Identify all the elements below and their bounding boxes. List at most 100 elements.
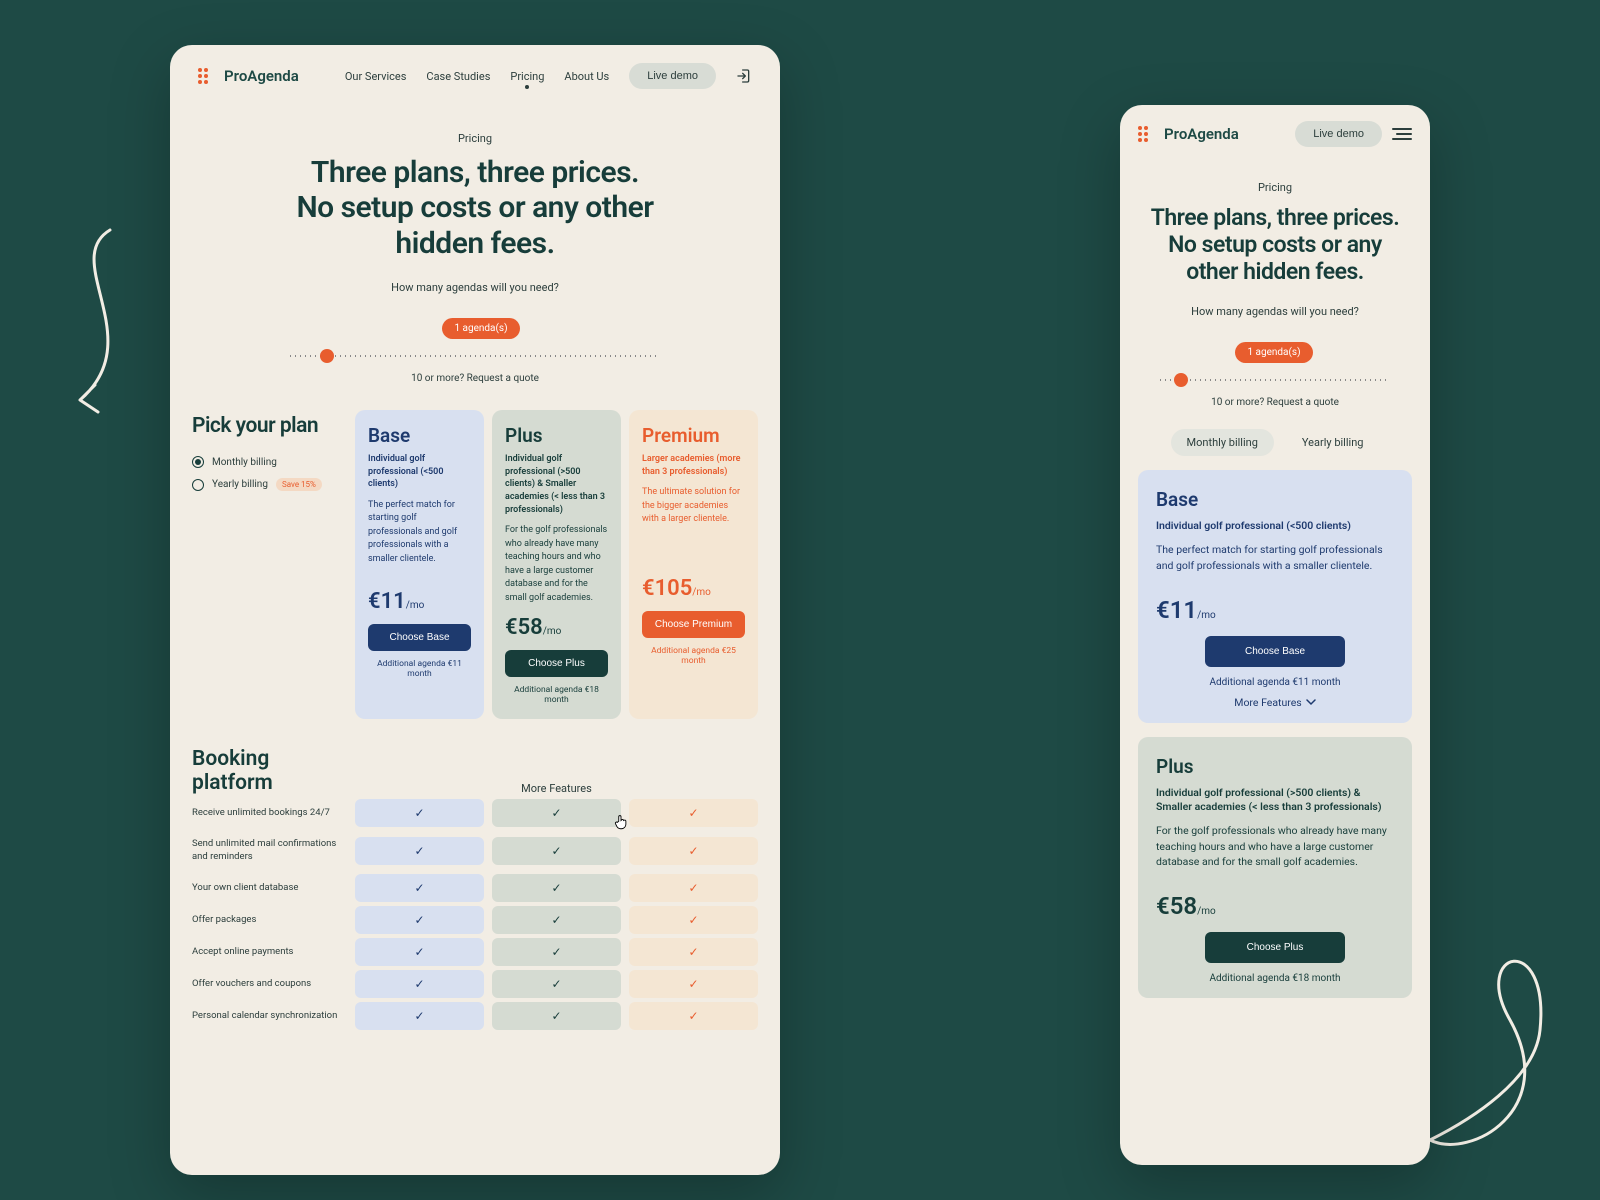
- check-icon: ✓: [355, 970, 484, 998]
- choose-plus-button[interactable]: Choose Plus: [1205, 932, 1345, 963]
- more-features-label: More Features: [355, 782, 758, 795]
- billing-tabs: Monthly billing Yearly billing: [1120, 429, 1430, 456]
- slider-tooltip: 1 agenda(s): [442, 318, 519, 339]
- plan-additional: Additional agenda €11 month: [368, 659, 471, 679]
- choose-plus-button[interactable]: Choose Plus: [505, 650, 608, 677]
- logo[interactable]: ProAgenda: [198, 67, 299, 85]
- save-badge: Save 15%: [276, 478, 322, 491]
- brand-name: ProAgenda: [1164, 125, 1239, 143]
- check-icon: ✓: [355, 837, 484, 865]
- feature-row: Receive unlimited bookings 24/7✓✓✓: [192, 799, 758, 827]
- plan-name: Base: [368, 424, 471, 447]
- slider-tooltip: 1 agenda(s): [1235, 342, 1312, 363]
- feature-label: Your own client database: [192, 875, 347, 901]
- plan-card-premium: Premium Larger academies (more than 3 pr…: [629, 410, 758, 719]
- check-icon: ✓: [355, 1002, 484, 1030]
- plan-name: Plus: [505, 424, 608, 447]
- brand-name: ProAgenda: [224, 67, 299, 85]
- nav-our-services[interactable]: Our Services: [345, 70, 407, 83]
- login-icon[interactable]: [736, 68, 752, 84]
- choose-premium-button[interactable]: Choose Premium: [642, 611, 745, 638]
- yearly-billing-radio[interactable]: Yearly billingSave 15%: [192, 478, 347, 491]
- pick-plan-column: Pick your plan Monthly billing Yearly bi…: [192, 410, 347, 719]
- nav-pricing[interactable]: Pricing: [510, 70, 544, 83]
- eyebrow: Pricing: [230, 132, 720, 145]
- plan-desc: The perfect match for starting golf prof…: [368, 499, 471, 579]
- feature-row: Your own client database✓✓✓: [192, 874, 758, 902]
- feature-row: Offer packages✓✓✓: [192, 906, 758, 934]
- plan-card-base: Base Individual golf professional (<500 …: [355, 410, 484, 719]
- feature-comparison: Booking platform More Features Receive u…: [170, 747, 780, 1030]
- choose-base-button[interactable]: Choose Base: [1205, 636, 1345, 667]
- hamburger-icon[interactable]: [1392, 128, 1412, 140]
- check-icon: ✓: [629, 970, 758, 998]
- mobile-nav: ProAgenda Live demo: [1120, 105, 1430, 163]
- agenda-slider[interactable]: 1 agenda(s): [1160, 340, 1390, 387]
- mobile-frame: ProAgenda Live demo Pricing Three plans,…: [1120, 105, 1430, 1165]
- choose-base-button[interactable]: Choose Base: [368, 624, 471, 651]
- radio-off-icon: [192, 479, 204, 491]
- feature-row: Accept online payments✓✓✓: [192, 938, 758, 966]
- check-icon: ✓: [492, 906, 621, 934]
- plan-audience: Individual golf professional (<500 clien…: [1156, 519, 1394, 534]
- check-icon: ✓: [355, 938, 484, 966]
- plan-name: Plus: [1156, 755, 1394, 778]
- plan-price: €11/mo: [1156, 596, 1394, 624]
- live-demo-button[interactable]: Live demo: [629, 63, 716, 89]
- check-icon: ✓: [629, 874, 758, 902]
- plan-audience: Individual golf professional (<500 clien…: [368, 453, 471, 491]
- agendas-question: How many agendas will you need?: [1144, 305, 1406, 318]
- hero: Pricing Three plans, three prices.No set…: [1120, 163, 1430, 409]
- request-quote-link[interactable]: 10 or more? Request a quote: [411, 373, 539, 384]
- check-icon: ✓: [492, 799, 621, 827]
- request-quote-link[interactable]: 10 or more? Request a quote: [1211, 397, 1339, 408]
- check-icon: ✓: [492, 837, 621, 865]
- agenda-slider[interactable]: 1 agenda(s): [290, 316, 660, 363]
- plan-price: €105/mo: [642, 576, 745, 601]
- plan-additional: Additional agenda €25 month: [642, 646, 745, 666]
- pick-plan-title: Pick your plan: [192, 414, 347, 438]
- tab-yearly-billing[interactable]: Yearly billing: [1286, 429, 1380, 456]
- feature-label: Receive unlimited bookings 24/7: [192, 800, 347, 826]
- decorative-loop: [1410, 900, 1570, 1160]
- plan-additional: Additional agenda €18 month: [505, 685, 608, 705]
- feature-label: Personal calendar synchronization: [192, 1003, 347, 1029]
- plan-desc: The perfect match for starting golf prof…: [1156, 542, 1394, 574]
- plan-name: Base: [1156, 488, 1394, 511]
- plan-price: €58/mo: [1156, 892, 1394, 920]
- logo[interactable]: ProAgenda: [1138, 125, 1239, 143]
- more-features-toggle[interactable]: More Features: [1156, 696, 1394, 709]
- desktop-frame: ProAgenda Our Services Case Studies Pric…: [170, 45, 780, 1175]
- slider-knob[interactable]: [1174, 373, 1188, 387]
- check-icon: ✓: [492, 938, 621, 966]
- eyebrow: Pricing: [1144, 181, 1406, 194]
- plan-audience: Individual golf professional (>500 clien…: [1156, 786, 1394, 815]
- page-title: Three plans, three prices.No setup costs…: [1144, 204, 1406, 285]
- plan-audience: Individual golf professional (>500 clien…: [505, 453, 608, 516]
- feature-label: Offer packages: [192, 907, 347, 933]
- decorative-arrow: [40, 220, 160, 440]
- check-icon: ✓: [629, 837, 758, 865]
- tab-monthly-billing[interactable]: Monthly billing: [1171, 429, 1274, 456]
- page-title: Three plans, three prices.No setup costs…: [230, 155, 720, 261]
- plan-card-plus: Plus Individual golf professional (>500 …: [1138, 737, 1412, 999]
- plan-name: Premium: [642, 424, 745, 447]
- monthly-billing-radio[interactable]: Monthly billing: [192, 456, 347, 468]
- live-demo-button[interactable]: Live demo: [1295, 121, 1382, 147]
- plan-desc: The ultimate solution for the bigger aca…: [642, 486, 745, 566]
- plan-desc: For the golf professionals who already h…: [505, 524, 608, 605]
- feature-label: Accept online payments: [192, 939, 347, 965]
- check-icon: ✓: [629, 906, 758, 934]
- plan-additional: Additional agenda €18 month: [1156, 973, 1394, 984]
- nav-case-studies[interactable]: Case Studies: [426, 70, 490, 83]
- desktop-nav: ProAgenda Our Services Case Studies Pric…: [170, 45, 780, 107]
- radio-on-icon: [192, 456, 204, 468]
- slider-knob[interactable]: [320, 349, 334, 363]
- plan-card-base: Base Individual golf professional (<500 …: [1138, 470, 1412, 722]
- check-icon: ✓: [492, 874, 621, 902]
- check-icon: ✓: [355, 799, 484, 827]
- nav-about-us[interactable]: About Us: [564, 70, 609, 83]
- plan-price: €58/mo: [505, 615, 608, 640]
- check-icon: ✓: [492, 1002, 621, 1030]
- logo-icon: [198, 68, 216, 84]
